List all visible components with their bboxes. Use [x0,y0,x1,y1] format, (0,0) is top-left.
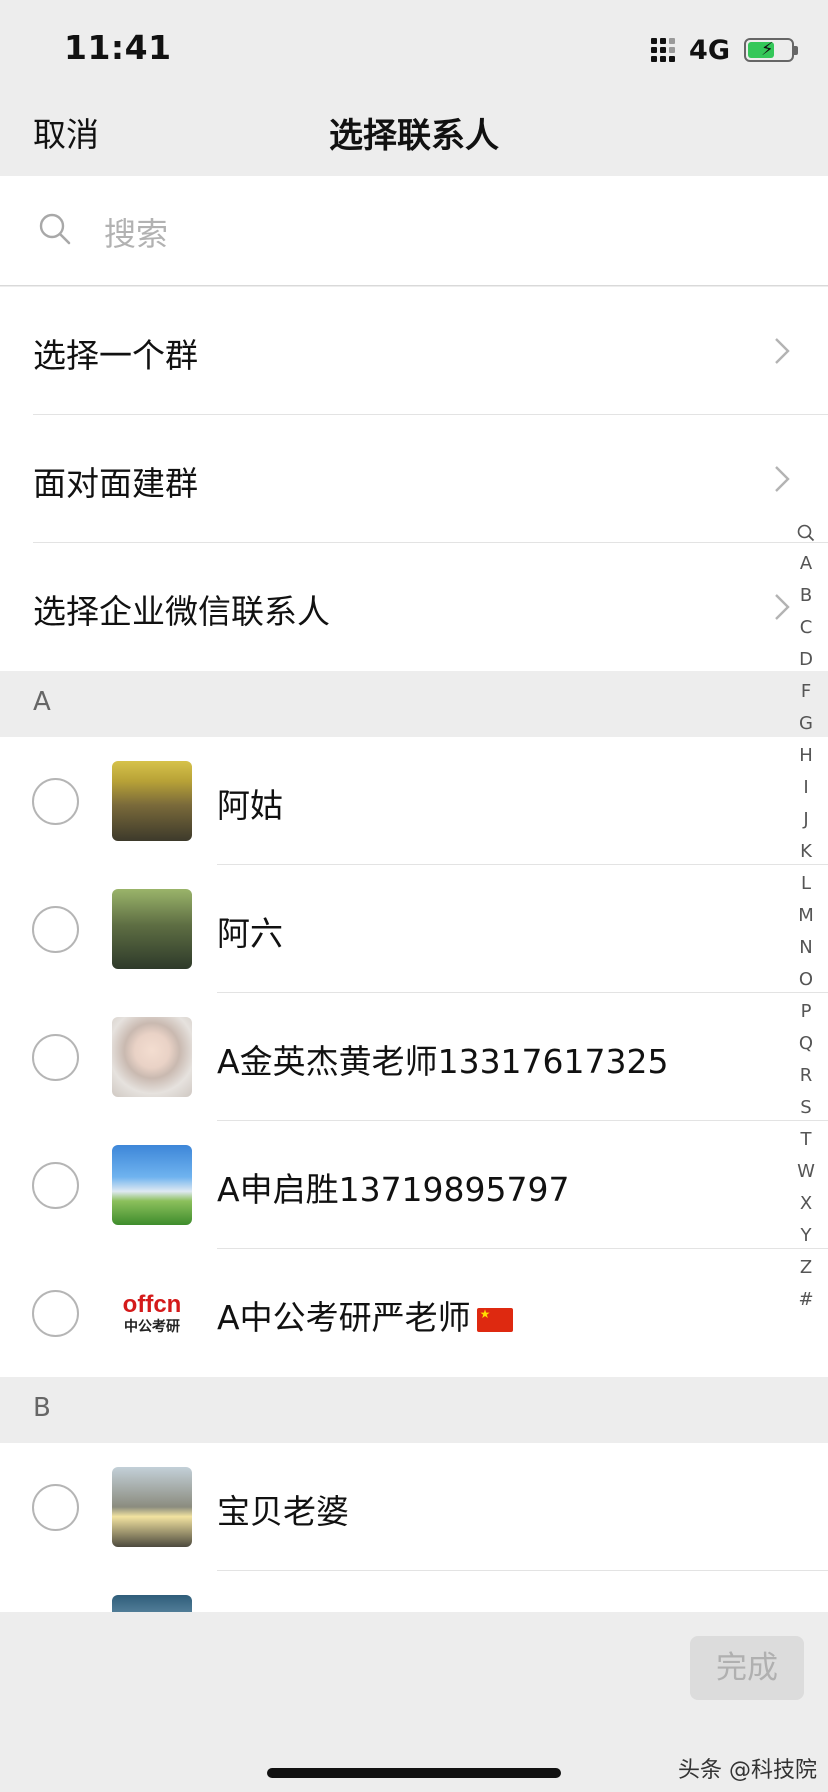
chevron-right-icon [775,338,790,364]
signal-icon [651,38,676,62]
section-header-a: A [0,671,828,737]
index-letter[interactable]: S [792,1092,820,1124]
contact-name: A金英杰黄老师13317617325 [217,1042,669,1081]
nav-bar: 选择联系人 取消 [0,96,828,176]
avatar [112,1145,192,1225]
search-bar[interactable]: 搜索 [0,176,828,286]
enterprise-contacts-item[interactable]: 选择企业微信联系人 [0,543,828,671]
index-letter[interactable]: L [792,868,820,900]
network-type: 4G [689,34,730,66]
index-letter[interactable]: P [792,996,820,1028]
contact-row[interactable]: 阿姑 [0,737,828,865]
index-letter[interactable]: Z [792,1252,820,1284]
section-letter: A [33,687,51,717]
contact-row-partial[interactable] [0,1571,828,1612]
menu-item-label: 面对面建群 [33,464,198,503]
china-flag-icon [476,1307,513,1332]
index-letter[interactable]: R [792,1060,820,1092]
options-list: 选择一个群 面对面建群 选择企业微信联系人 [0,287,828,671]
contact-name: 宝贝老婆 [217,1492,349,1531]
section-header-b: B [0,1377,828,1443]
cancel-button[interactable]: 取消 [33,108,99,156]
select-group-item[interactable]: 选择一个群 [0,287,828,415]
watermark-text: 头条 @科技院 [678,1758,817,1783]
avatar [112,1467,192,1547]
contact-name: A申启胜13719895797 [217,1170,570,1209]
menu-item-label: 选择企业微信联系人 [33,592,330,631]
contact-name: 阿六 [217,914,283,953]
section-letter: B [33,1393,51,1423]
index-letter[interactable]: C [792,612,820,644]
select-radio[interactable] [32,906,79,953]
page-title: 选择联系人 [329,116,499,156]
index-letter[interactable]: N [792,932,820,964]
status-time: 11:41 [64,28,172,67]
avatar [112,761,192,841]
contact-list-b: 宝贝老婆 [0,1443,828,1612]
contact-name: 阿姑 [217,786,283,825]
index-letter[interactable]: K [792,836,820,868]
select-radio[interactable] [32,1034,79,1081]
logo-subtitle-text: 中公考研 [124,1318,180,1335]
index-letter[interactable]: D [792,644,820,676]
index-letter[interactable]: B [792,580,820,612]
avatar [112,1017,192,1097]
search-input[interactable]: 搜索 [104,209,168,255]
index-letter[interactable]: X [792,1188,820,1220]
index-letter[interactable]: Q [792,1028,820,1060]
index-letter[interactable]: # [792,1284,820,1316]
index-letter[interactable]: T [792,1124,820,1156]
index-letter[interactable]: F [792,676,820,708]
select-radio[interactable] [32,1162,79,1209]
menu-item-label: 选择一个群 [33,336,198,375]
select-radio[interactable] [32,1484,79,1531]
status-indicators: 4G ⚡ [651,33,798,67]
battery-icon: ⚡ [744,38,798,62]
select-radio[interactable] [32,778,79,825]
index-letter[interactable]: J [792,804,820,836]
contact-row[interactable]: 宝贝老婆 [0,1443,828,1571]
logo-brand-text: offcn [122,1290,182,1318]
index-letter[interactable]: M [792,900,820,932]
index-search-icon[interactable] [792,518,820,548]
index-letter[interactable]: Y [792,1220,820,1252]
alphabet-index[interactable]: A B C D F G H I J K L M N O P Q R S T W … [792,518,820,1316]
select-radio[interactable] [32,1290,79,1337]
index-letter[interactable]: H [792,740,820,772]
index-letter[interactable]: I [792,772,820,804]
face-to-face-group-item[interactable]: 面对面建群 [0,415,828,543]
contact-row[interactable]: A申启胜13719895797 [0,1121,828,1249]
contact-row[interactable]: A金英杰黄老师13317617325 [0,993,828,1121]
contact-name-wrap: A中公考研严老师 [217,1291,513,1339]
search-icon [39,213,71,245]
index-letter[interactable]: W [792,1156,820,1188]
index-letter[interactable]: A [792,548,820,580]
index-letter[interactable]: O [792,964,820,996]
chevron-right-icon [775,594,790,620]
status-bar: 11:41 4G ⚡ [0,0,828,96]
home-indicator [267,1768,561,1778]
index-letter[interactable]: G [792,708,820,740]
contact-row[interactable]: 阿六 [0,865,828,993]
chevron-right-icon [775,466,790,492]
contact-name: A中公考研严老师 [217,1298,471,1337]
contact-list-a: 阿姑 阿六 A金英杰黄老师13317617325 A申启胜13719895797… [0,737,828,1377]
contact-row[interactable]: offcn 中公考研 A中公考研严老师 [0,1249,828,1377]
avatar-offcn-logo: offcn 中公考研 [112,1273,192,1353]
bottom-bar: 完成 头条 @科技院 [0,1612,828,1792]
avatar [112,889,192,969]
avatar [112,1595,192,1612]
done-button[interactable]: 完成 [690,1636,804,1700]
